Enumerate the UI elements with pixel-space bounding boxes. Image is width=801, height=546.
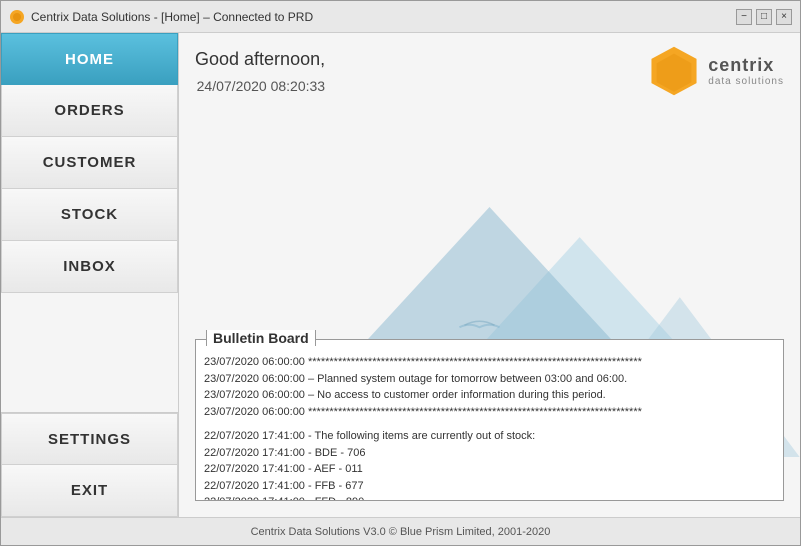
logo-sub-text: data solutions xyxy=(708,76,784,87)
main-content: HOME ORDERS CUSTOMER STOCK INBOX SETTING… xyxy=(1,33,800,517)
minimize-button[interactable]: − xyxy=(736,9,752,25)
maximize-button[interactable]: □ xyxy=(756,9,772,25)
bulletin-title: Bulletin Board xyxy=(206,330,316,346)
logo-brand-text: centrix xyxy=(708,55,774,76)
main-window: Centrix Data Solutions - [Home] – Connec… xyxy=(0,0,801,546)
logo-text: centrix data solutions xyxy=(708,55,784,87)
bulletin-board: Bulletin Board 23/07/2020 06:00:00 *****… xyxy=(195,339,784,501)
sidebar-item-orders[interactable]: ORDERS xyxy=(1,85,178,137)
right-panel: Good afternoon, 24/07/2020 08:20:33 cent… xyxy=(179,33,800,517)
sidebar-item-exit[interactable]: EXIT xyxy=(1,465,178,517)
sidebar: HOME ORDERS CUSTOMER STOCK INBOX SETTING… xyxy=(1,33,179,517)
sidebar-item-stock[interactable]: STOCK xyxy=(1,189,178,241)
bulletin-empty-line xyxy=(204,420,775,428)
sidebar-item-customer[interactable]: CUSTOMER xyxy=(1,137,178,189)
bulletin-line: 22/07/2020 17:41:00 - FFB - 677 xyxy=(204,478,775,495)
title-bar-controls: − □ × xyxy=(736,9,792,25)
nav-bottom: SETTINGS EXIT xyxy=(1,412,178,517)
bulletin-line: 23/07/2020 06:00:00 ********************… xyxy=(204,354,775,371)
bulletin-content[interactable]: 23/07/2020 06:00:00 ********************… xyxy=(196,340,783,500)
window-title: Centrix Data Solutions - [Home] – Connec… xyxy=(31,10,313,24)
header-left: Good afternoon, 24/07/2020 08:20:33 xyxy=(195,45,325,94)
bulletin-line: 23/07/2020 06:00:00 – No access to custo… xyxy=(204,387,775,404)
sidebar-item-home[interactable]: HOME xyxy=(1,33,178,85)
bulletin-line: 23/07/2020 06:00:00 ********************… xyxy=(204,404,775,421)
nav-spacer xyxy=(1,293,178,412)
bulletin-area: Bulletin Board 23/07/2020 06:00:00 *****… xyxy=(195,105,784,501)
bulletin-line: 22/07/2020 17:41:00 - BDE - 706 xyxy=(204,445,775,462)
title-bar: Centrix Data Solutions - [Home] – Connec… xyxy=(1,1,800,33)
sidebar-item-settings[interactable]: SETTINGS xyxy=(1,413,178,465)
close-button[interactable]: × xyxy=(776,9,792,25)
bulletin-line: 22/07/2020 17:41:00 - AEF - 011 xyxy=(204,461,775,478)
footer: Centrix Data Solutions V3.0 © Blue Prism… xyxy=(1,517,800,545)
right-header: Good afternoon, 24/07/2020 08:20:33 cent… xyxy=(179,33,800,105)
bulletin-line: 22/07/2020 17:41:00 - FFD - 890 xyxy=(204,494,775,500)
app-icon xyxy=(9,9,25,25)
bulletin-line: 23/07/2020 06:00:00 – Planned system out… xyxy=(204,371,775,388)
datetime-text: 24/07/2020 08:20:33 xyxy=(195,78,325,94)
greeting-text: Good afternoon, xyxy=(195,49,325,70)
footer-text: Centrix Data Solutions V3.0 © Blue Prism… xyxy=(251,526,551,538)
bulletin-line: 22/07/2020 17:41:00 - The following item… xyxy=(204,428,775,445)
header-right: centrix data solutions xyxy=(648,45,784,97)
title-bar-left: Centrix Data Solutions - [Home] – Connec… xyxy=(9,9,313,25)
logo-hexagon xyxy=(648,45,700,97)
sidebar-item-inbox[interactable]: INBOX xyxy=(1,241,178,293)
logo: centrix data solutions xyxy=(648,45,784,97)
